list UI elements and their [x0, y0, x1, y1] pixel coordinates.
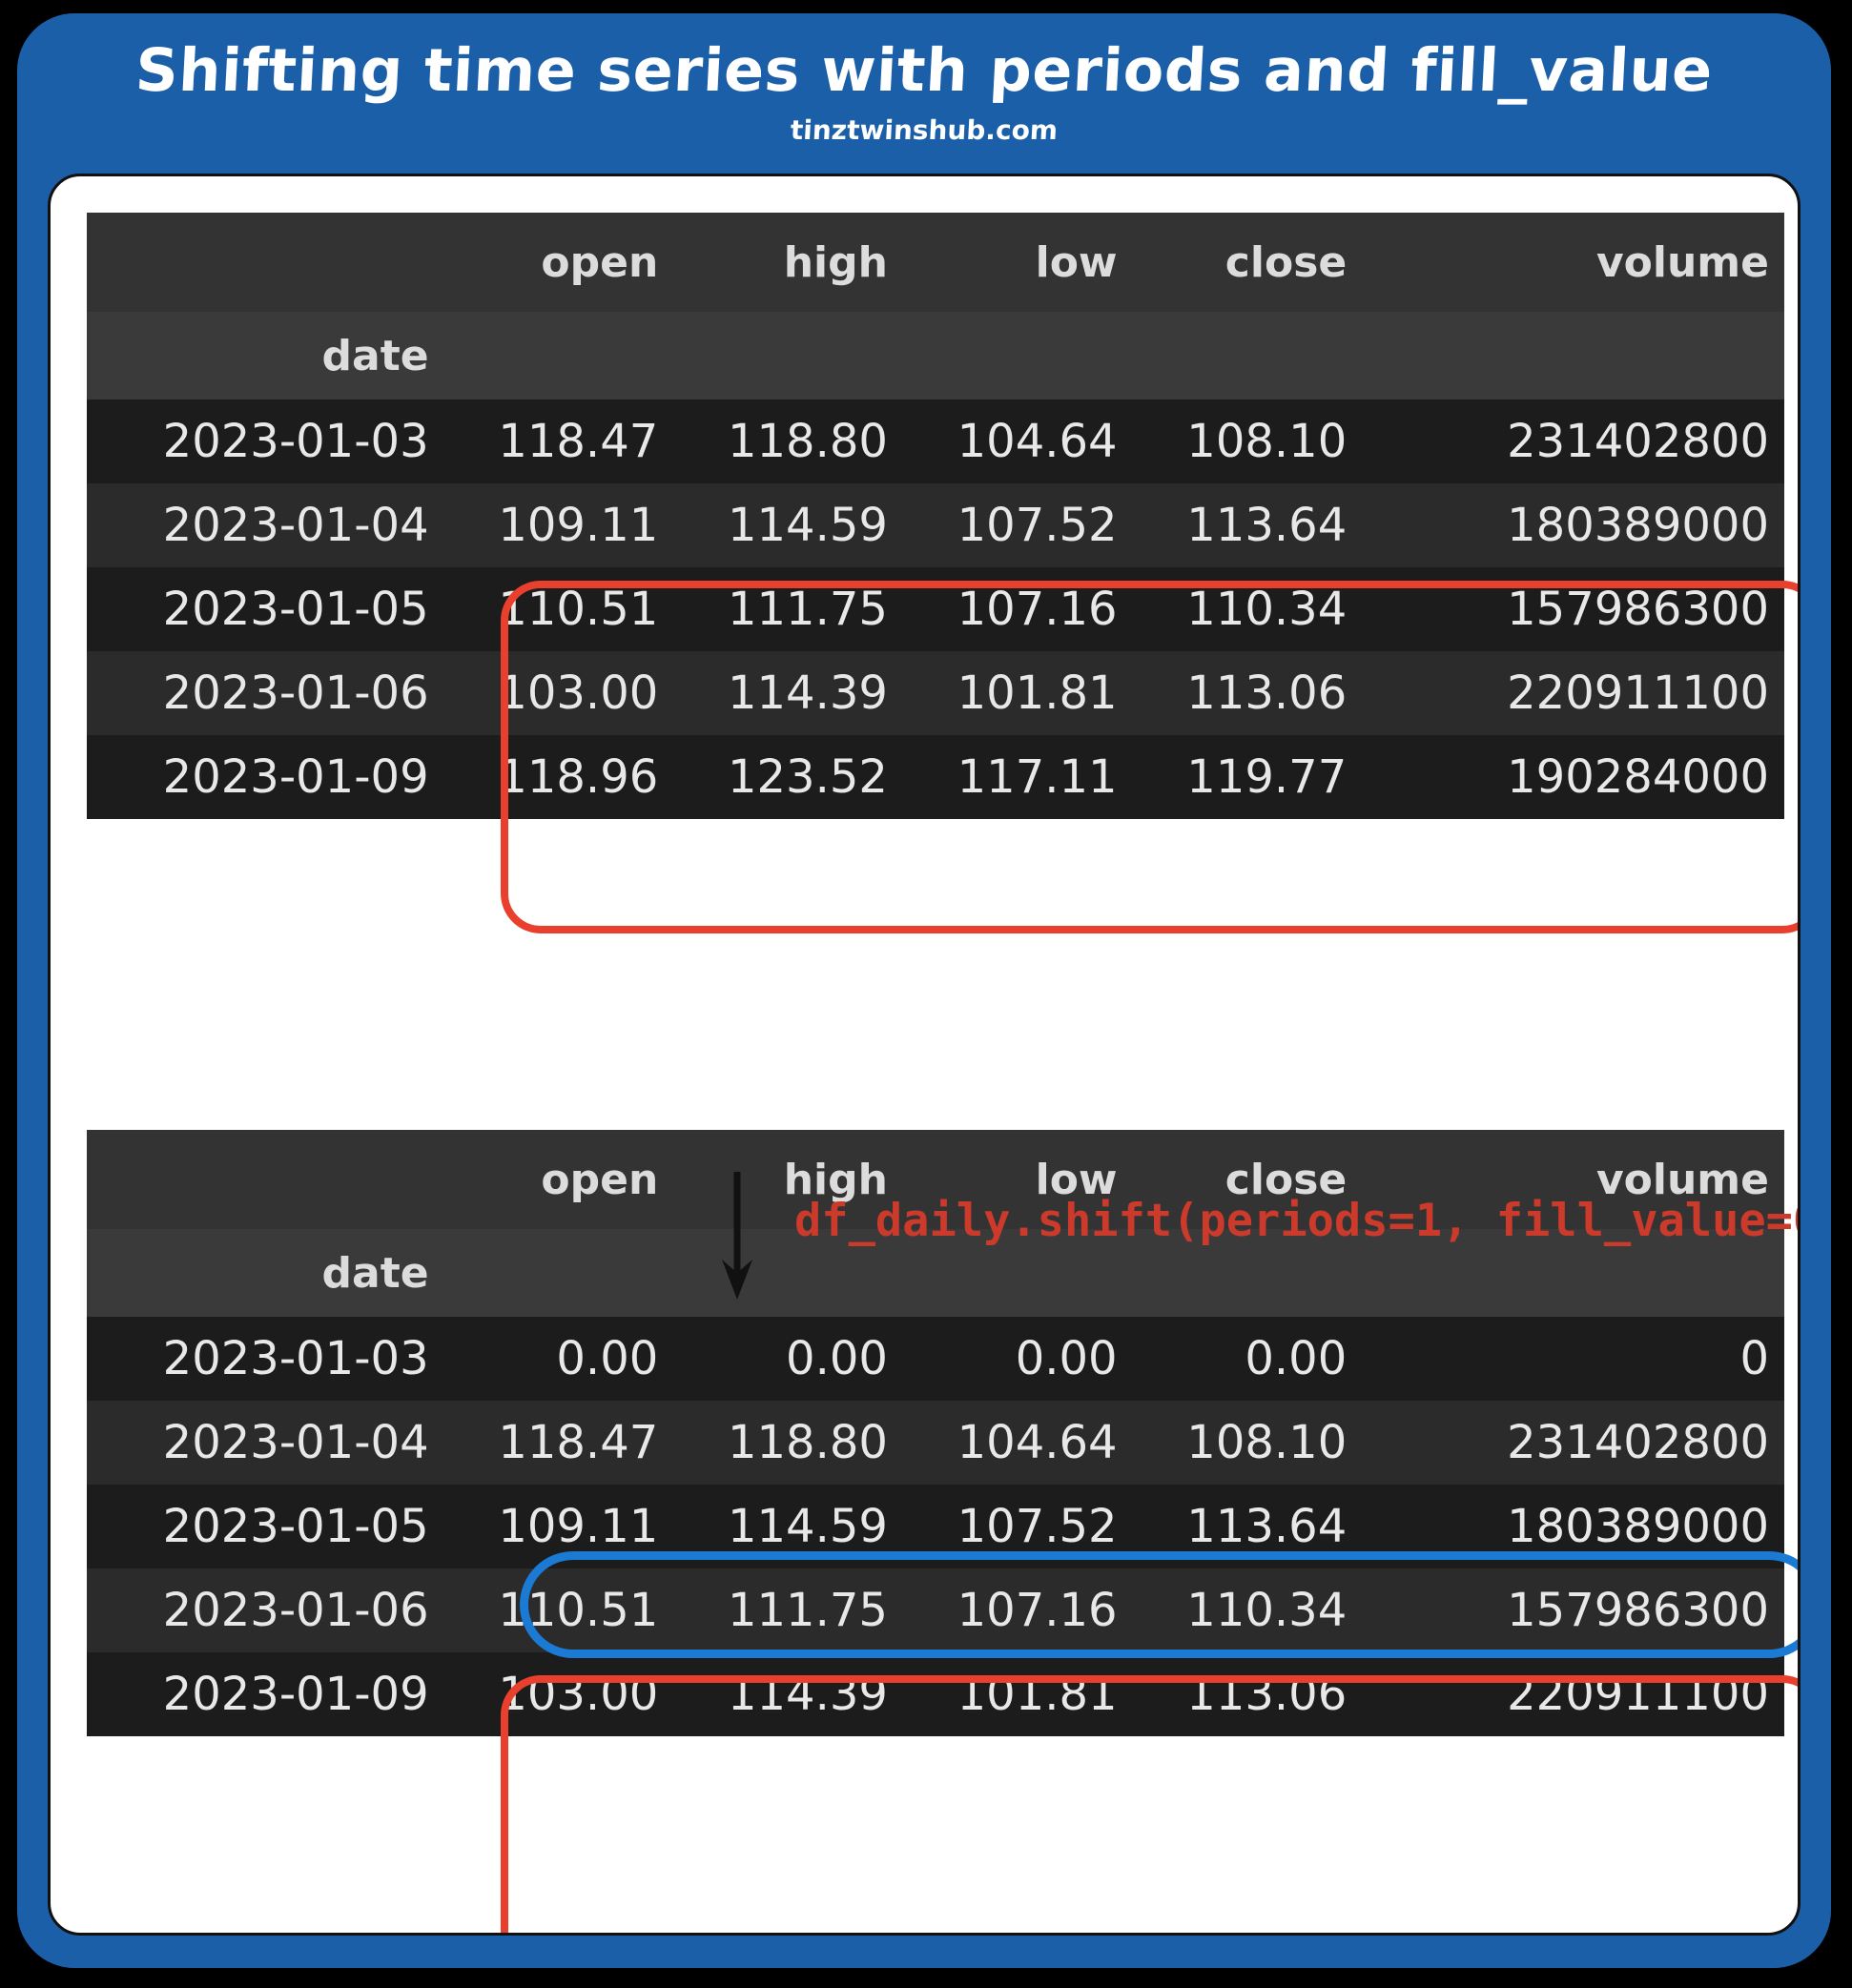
table-two-r0-low: 0.00	[902, 1317, 1133, 1401]
table-one-r1-date: 2023-01-04	[87, 483, 444, 567]
table-one-r0-date: 2023-01-03	[87, 400, 444, 483]
table-one-r4-open: 118.96	[443, 735, 674, 819]
table-two-r1-open: 118.47	[443, 1401, 674, 1485]
table-one-header-close: close	[1132, 213, 1363, 312]
code-annotation: df_daily.shift(periods=1, fill_value=0)	[794, 1195, 1801, 1247]
table-one-r1-high: 114.59	[673, 483, 903, 567]
table-one-r3-date: 2023-01-06	[87, 651, 444, 735]
table-two-r3-open: 110.51	[443, 1568, 674, 1652]
table-two-r1-low: 104.64	[902, 1401, 1133, 1485]
table-one-r1-close: 113.64	[1132, 483, 1363, 567]
table-one-r0-low: 104.64	[902, 400, 1133, 483]
table-two-index-name: date	[87, 1229, 444, 1317]
table-two-r2-high: 114.59	[673, 1485, 903, 1568]
table-one-r2-open: 110.51	[443, 567, 674, 651]
page-subtitle: tinztwinshub.com	[790, 114, 1059, 147]
table-one-r3-high: 114.39	[673, 651, 903, 735]
table-one-r4-close: 119.77	[1132, 735, 1363, 819]
table-row: 2023-01-09 118.96 123.52 117.11 119.77 1…	[87, 735, 1784, 819]
table-one-header-low: low	[902, 213, 1133, 312]
table-row: 2023-01-09 103.00 114.39 101.81 113.06 2…	[87, 1652, 1784, 1736]
table-row: 2023-01-03 118.47 118.80 104.64 108.10 2…	[87, 400, 1784, 483]
table-two-r2-volume: 180389000	[1362, 1485, 1784, 1568]
table-two-r0-high: 0.00	[673, 1317, 903, 1401]
table-one-r2-close: 110.34	[1132, 567, 1363, 651]
table-one-r1-low: 107.52	[902, 483, 1133, 567]
table-row: 2023-01-06 110.51 111.75 107.16 110.34 1…	[87, 1568, 1784, 1652]
table-two-r4-close: 113.06	[1132, 1652, 1363, 1736]
table-row: 2023-01-04 118.47 118.80 104.64 108.10 2…	[87, 1401, 1784, 1485]
table-one-r2-high: 111.75	[673, 567, 903, 651]
table-row: 2023-01-03 0.00 0.00 0.00 0.00 0	[87, 1317, 1784, 1401]
table-two-header-open: open	[443, 1130, 674, 1229]
table-one-r4-volume: 190284000	[1362, 735, 1784, 819]
table-two-r0-open: 0.00	[443, 1317, 674, 1401]
table-two-r2-close: 113.64	[1132, 1485, 1363, 1568]
table-two-r3-high: 111.75	[673, 1568, 903, 1652]
table-one-r4-high: 123.52	[673, 735, 903, 819]
table-two-r1-date: 2023-01-04	[87, 1401, 444, 1485]
dataframe-before: open high low close volume date 2023-01-…	[87, 213, 1784, 819]
table-one-header-volume: volume	[1362, 213, 1784, 312]
table-one-r0-close: 108.10	[1132, 400, 1363, 483]
table-one-r0-open: 118.47	[443, 400, 674, 483]
table-one-r2-volume: 157986300	[1362, 567, 1784, 651]
table-two-r2-date: 2023-01-05	[87, 1485, 444, 1568]
table-two-r1-close: 108.10	[1132, 1401, 1363, 1485]
table-two-corner-cell	[87, 1130, 444, 1229]
table-two-r0-close: 0.00	[1132, 1317, 1363, 1401]
table-one-r3-open: 103.00	[443, 651, 674, 735]
infographic-card: Shifting time series with periods and fi…	[17, 13, 1831, 1968]
table-two-r4-high: 114.39	[673, 1652, 903, 1736]
table-two-r3-date: 2023-01-06	[87, 1568, 444, 1652]
header: Shifting time series with periods and fi…	[17, 35, 1831, 147]
table-row: 2023-01-05 109.11 114.59 107.52 113.64 1…	[87, 1485, 1784, 1568]
table-two-r2-low: 107.52	[902, 1485, 1133, 1568]
table-one-header-open: open	[443, 213, 674, 312]
table-one-index-name-row: date	[87, 312, 1784, 400]
table-one-corner-cell	[87, 213, 444, 312]
table-two-r4-volume: 220911100	[1362, 1652, 1784, 1736]
table-row: 2023-01-04 109.11 114.59 107.52 113.64 1…	[87, 483, 1784, 567]
page-title: Shifting time series with periods and fi…	[134, 35, 1715, 105]
table-one-index-name: date	[87, 312, 444, 400]
table-one-r3-low: 101.81	[902, 651, 1133, 735]
table-one-r4-low: 117.11	[902, 735, 1133, 819]
table-one-r2-low: 107.16	[902, 567, 1133, 651]
table-one-r1-volume: 180389000	[1362, 483, 1784, 567]
table-two-r4-low: 101.81	[902, 1652, 1133, 1736]
table-two-r3-low: 107.16	[902, 1568, 1133, 1652]
table-one-r4-date: 2023-01-09	[87, 735, 444, 819]
table-one-r1-open: 109.11	[443, 483, 674, 567]
table-one-column-header-row: open high low close volume	[87, 213, 1784, 312]
table-one-r0-volume: 231402800	[1362, 400, 1784, 483]
table-row: 2023-01-05 110.51 111.75 107.16 110.34 1…	[87, 567, 1784, 651]
table-two-r3-close: 110.34	[1132, 1568, 1363, 1652]
table-two-r0-date: 2023-01-03	[87, 1317, 444, 1401]
table-two-r1-high: 118.80	[673, 1401, 903, 1485]
arrow-down-icon	[709, 1168, 766, 1301]
table-two-r4-date: 2023-01-09	[87, 1652, 444, 1736]
table-row: 2023-01-06 103.00 114.39 101.81 113.06 2…	[87, 651, 1784, 735]
table-two-r2-open: 109.11	[443, 1485, 674, 1568]
table-one-r2-date: 2023-01-05	[87, 567, 444, 651]
table-one-r3-close: 113.06	[1132, 651, 1363, 735]
content-panel: open high low close volume date 2023-01-…	[48, 174, 1801, 1936]
table-two-r0-volume: 0	[1362, 1317, 1784, 1401]
table-one-r3-volume: 220911100	[1362, 651, 1784, 735]
table-two-r1-volume: 231402800	[1362, 1401, 1784, 1485]
table-two-r3-volume: 157986300	[1362, 1568, 1784, 1652]
table-two-r4-open: 103.00	[443, 1652, 674, 1736]
table-one-r0-high: 118.80	[673, 400, 903, 483]
table-one-header-high: high	[673, 213, 903, 312]
